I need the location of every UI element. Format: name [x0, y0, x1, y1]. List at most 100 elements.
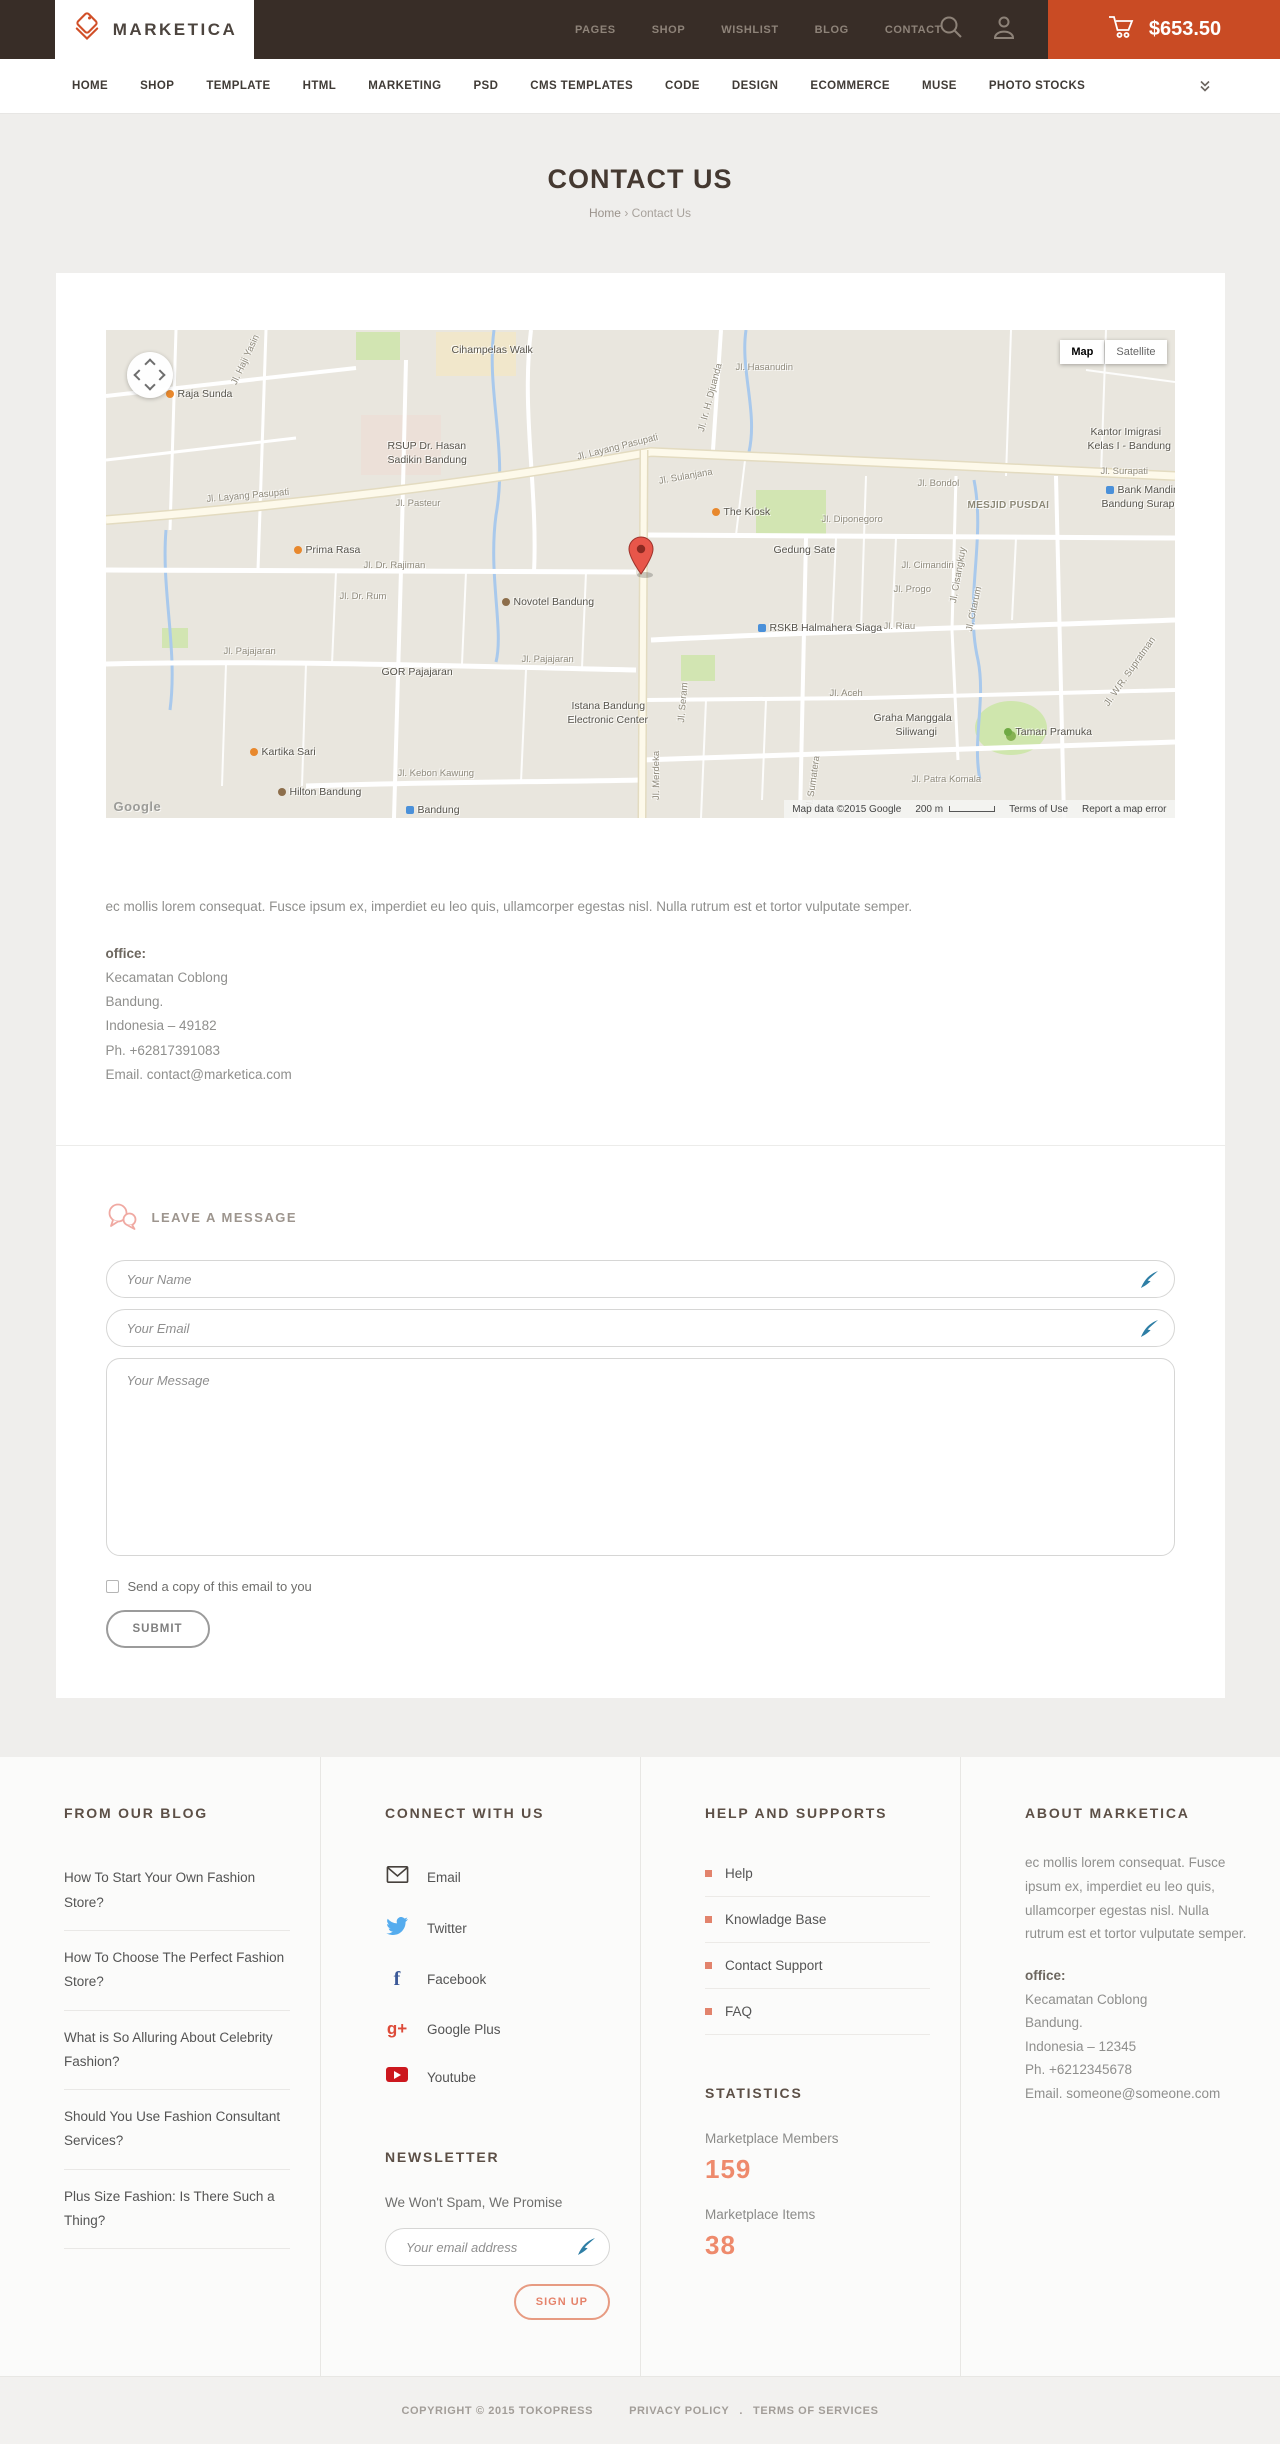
- blog-post-link[interactable]: How To Choose The Perfect Fashion Store?: [64, 1950, 284, 1989]
- footer-blog-column: FROM OUR BLOG How To Start Your Own Fash…: [0, 1757, 320, 2376]
- footer-help-column: HELP AND SUPPORTS Help Knowladge Base Co…: [640, 1757, 960, 2377]
- menu-marketing[interactable]: MARKETING: [368, 80, 441, 92]
- tag-logo-icon: [72, 11, 102, 48]
- logo[interactable]: MARKETICA: [55, 0, 254, 59]
- pen-icon: [1140, 1319, 1159, 1343]
- email-input[interactable]: [105, 1309, 1175, 1348]
- stat-value: 159: [705, 2154, 752, 2185]
- map-label: Jl. Cimandiri: [901, 560, 954, 571]
- blog-post-link[interactable]: Plus Size Fashion: Is There Such a Thing…: [64, 2189, 275, 2228]
- map-type-control: Map Satellite: [1060, 340, 1167, 364]
- connect-facebook[interactable]: f Facebook: [385, 1954, 610, 2005]
- connect-label: Google Plus: [427, 2021, 501, 2037]
- stat-value: 38: [705, 2230, 736, 2261]
- menu-psd[interactable]: PSD: [473, 80, 498, 92]
- map-type-satellite-button[interactable]: Satellite: [1105, 340, 1167, 364]
- link-separator: .: [739, 2404, 744, 2417]
- menu-ecommerce[interactable]: ECOMMERCE: [810, 80, 890, 92]
- map-data-text: Map data ©2015 Google: [792, 803, 902, 815]
- privacy-policy-link[interactable]: PRIVACY POLICY: [629, 2405, 729, 2417]
- map-label: RSUP Dr. Hasan: [387, 440, 467, 452]
- menu-shop[interactable]: SHOP: [140, 80, 174, 92]
- pen-icon: [1140, 1270, 1159, 1294]
- map-label: Bank Mandiri: [1106, 484, 1175, 496]
- pan-down-icon[interactable]: [143, 379, 156, 391]
- office-line: Bandung.: [105, 994, 164, 1010]
- help-link[interactable]: Contact Support: [705, 1943, 930, 1990]
- blog-post-list: How To Start Your Own Fashion Store? How…: [64, 1851, 290, 2250]
- map-label: Kartika Sari: [250, 746, 316, 758]
- blog-post-link[interactable]: What is So Alluring About Celebrity Fash…: [64, 2030, 273, 2069]
- send-copy-checkbox[interactable]: [105, 1580, 119, 1594]
- menu-template[interactable]: TEMPLATE: [206, 80, 270, 92]
- chevron-double-down-icon[interactable]: [1198, 79, 1212, 98]
- map-type-map-button[interactable]: Map: [1060, 340, 1105, 364]
- menu-photo-stocks[interactable]: PHOTO STOCKS: [989, 80, 1085, 92]
- google-map[interactable]: Cihampelas Walk Jl. Hasanudin Raja Sunda Jl…: [105, 330, 1175, 818]
- footer-help-title: HELP AND SUPPORTS: [705, 1805, 888, 1822]
- page-title: CONTACT US: [547, 164, 733, 194]
- pan-right-icon[interactable]: [153, 369, 166, 381]
- map-pan-control[interactable]: [126, 352, 173, 398]
- pan-up-icon[interactable]: [143, 358, 156, 370]
- menu-design[interactable]: DESIGN: [732, 80, 779, 92]
- connect-email[interactable]: Email: [385, 1851, 610, 1903]
- submit-button[interactable]: SUBMIT: [105, 1610, 210, 1649]
- map-scale-bar: [949, 806, 996, 812]
- office-line: Email. contact@marketica.com: [105, 1067, 292, 1083]
- signup-button[interactable]: SIGN UP: [513, 2284, 610, 2321]
- menu-html[interactable]: HTML: [303, 80, 337, 92]
- map-label: Graha Manggala: [873, 712, 952, 724]
- map-label: Jl. Progo: [893, 584, 932, 595]
- map-pin-icon: [627, 536, 655, 583]
- square-bullet-icon: [705, 1962, 712, 1970]
- message-textarea[interactable]: [105, 1358, 1175, 1557]
- menu-home[interactable]: HOME: [72, 80, 108, 92]
- cart-total: $653.50: [1148, 18, 1222, 40]
- menu-muse[interactable]: MUSE: [922, 80, 957, 92]
- map-label: GOR Pajajaran: [381, 666, 453, 678]
- connect-google-plus[interactable]: g+ Google Plus: [385, 2005, 610, 2053]
- help-link[interactable]: Help: [705, 1851, 930, 1898]
- blog-post-link[interactable]: How To Start Your Own Fashion Store?: [64, 1870, 255, 1909]
- map-label: Jl. Cisangkuy: [947, 546, 969, 604]
- section-divider: [55, 1145, 1225, 1147]
- office-line: Kecamatan Coblong: [1025, 1991, 1148, 2007]
- about-office-block: office: Kecamatan Coblong Bandung. Indon…: [1025, 1964, 1250, 2106]
- top-nav-contact[interactable]: CONTACT: [885, 24, 942, 36]
- chat-bubbles-icon: [106, 1202, 138, 1233]
- office-line: Email. someone@someone.com: [1025, 2086, 1221, 2101]
- map-label: Jl. Diponegoro: [821, 514, 883, 525]
- form-heading: LEAVE A MESSAGE: [106, 1202, 1175, 1233]
- cart-button[interactable]: $653.50: [1048, 0, 1280, 59]
- map-scale-label: 200 m: [915, 803, 944, 815]
- office-line: Ph. +62817391083: [105, 1042, 221, 1058]
- help-link[interactable]: Knowladge Base: [705, 1897, 930, 1944]
- list-item: Should You Use Fashion Consultant Servic…: [64, 2090, 290, 2170]
- top-nav-blog[interactable]: BLOG: [815, 24, 849, 36]
- top-nav-pages[interactable]: PAGES: [575, 24, 616, 36]
- map-label: Jl. W.R. Supratman: [1101, 634, 1158, 709]
- square-bullet-icon: [705, 1916, 712, 1924]
- menu-code[interactable]: CODE: [665, 80, 700, 92]
- search-icon[interactable]: [938, 14, 964, 45]
- menu-cms-templates[interactable]: CMS TEMPLATES: [530, 80, 633, 92]
- top-nav-wishlist[interactable]: WISHLIST: [721, 24, 778, 36]
- map-label: RSKB Halmahera Siaga: [758, 622, 883, 634]
- pan-left-icon[interactable]: [132, 369, 145, 381]
- user-account-icon[interactable]: [992, 14, 1016, 45]
- top-nav-shop[interactable]: SHOP: [652, 24, 686, 36]
- map-label: Jl. Haji Yasin: [228, 333, 262, 387]
- map-terms-link[interactable]: Terms of Use: [1009, 804, 1068, 815]
- breadcrumb-home[interactable]: Home: [589, 206, 621, 220]
- help-link[interactable]: FAQ: [705, 1989, 930, 2036]
- terms-of-services-link[interactable]: TERMS OF SERVICES: [753, 2405, 879, 2417]
- connect-twitter[interactable]: Twitter: [385, 1903, 610, 1954]
- twitter-icon: [385, 1917, 409, 1940]
- blog-post-link[interactable]: Should You Use Fashion Consultant Servic…: [64, 2109, 280, 2148]
- name-input[interactable]: [105, 1260, 1175, 1299]
- map-label: Siliwangi: [895, 726, 937, 738]
- map-report-link[interactable]: Report a map error: [1082, 804, 1166, 815]
- connect-youtube[interactable]: Youtube: [385, 2053, 610, 2101]
- office-line: Bandung.: [1025, 2015, 1083, 2031]
